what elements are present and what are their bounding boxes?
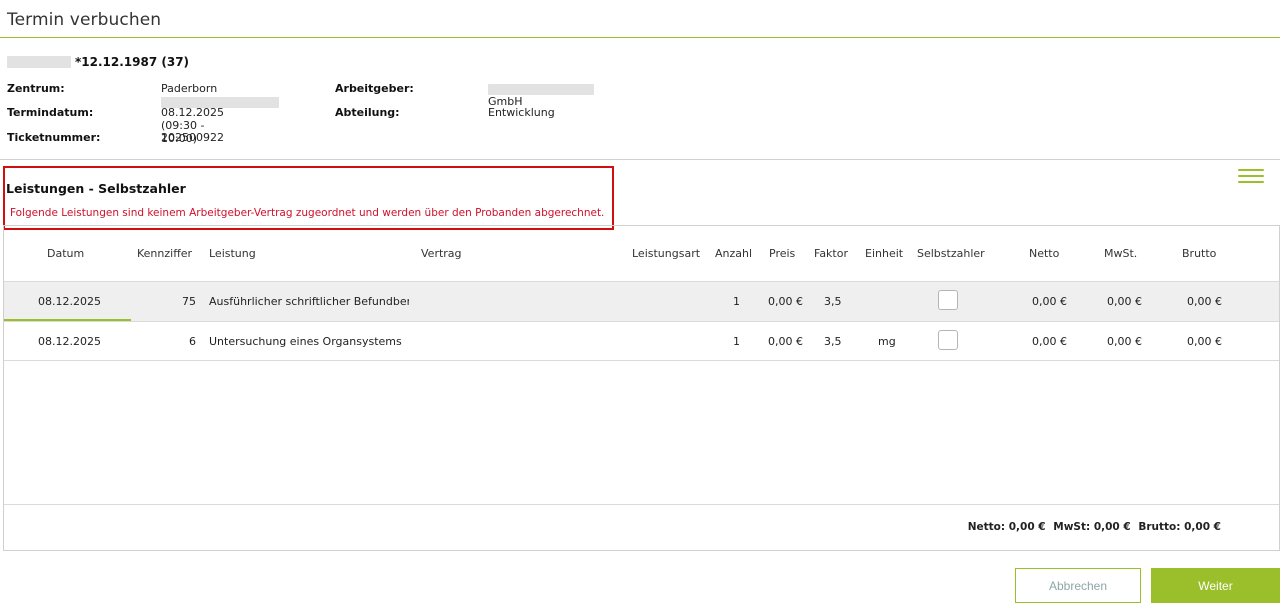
col-header-price[interactable]: Preis: [769, 247, 795, 260]
col-header-contract[interactable]: Vertrag: [421, 247, 462, 260]
col-header-date[interactable]: Datum: [47, 247, 84, 260]
table-totals: Netto: 0,00 € MwSt: 0,00 € Brutto: 0,00 …: [964, 521, 1221, 533]
label-center: Zentrum:: [7, 82, 65, 95]
cell-quantity: 1: [733, 295, 740, 308]
row-divider: [4, 360, 1279, 361]
totals-divider: [4, 504, 1279, 505]
self-payer-checkbox[interactable]: [938, 330, 958, 350]
table-row[interactable]: 08.12.2025 75 Ausführlicher schriftliche…: [4, 282, 1279, 321]
cell-vat: 0,00 €: [1107, 295, 1142, 308]
redacted-employer-name: [488, 83, 594, 95]
col-header-gross[interactable]: Brutto: [1182, 247, 1216, 260]
next-button[interactable]: Weiter: [1151, 568, 1280, 603]
cell-price: 0,00 €: [768, 295, 803, 308]
label-appointment-date: Termindatum:: [7, 106, 94, 119]
patient-line: *12.12.1987 (37): [7, 54, 189, 70]
col-header-service-type[interactable]: Leistungsart: [632, 247, 700, 260]
services-table: [3, 225, 1280, 551]
cell-factor: 3,5: [824, 335, 842, 348]
title-divider: [0, 37, 1280, 38]
cancel-button[interactable]: Abbrechen: [1015, 568, 1141, 603]
total-net: Netto: 0,00 €: [967, 521, 1046, 533]
total-gross: Brutto: 0,00 €: [1138, 521, 1221, 533]
col-header-vat[interactable]: MwSt.: [1104, 247, 1137, 260]
value-center: Paderborn: [161, 82, 279, 108]
section-heading: Leistungen - Selbstzahler: [6, 181, 186, 196]
value-ticket: 202500922: [161, 131, 224, 144]
cell-date: 08.12.2025: [38, 295, 101, 308]
value-employer: GmbH: [488, 82, 594, 108]
label-ticket: Ticketnummer:: [7, 131, 101, 144]
section-divider: [0, 159, 1280, 160]
cell-service: Untersuchung eines Organsystems: [209, 335, 402, 348]
self-payer-checkbox[interactable]: [938, 290, 958, 310]
cell-gross: 0,00 €: [1187, 335, 1222, 348]
cell-unit: mg: [878, 335, 896, 348]
cell-vat: 0,00 €: [1107, 335, 1142, 348]
col-header-quantity[interactable]: Anzahl: [715, 247, 752, 260]
col-header-factor[interactable]: Faktor: [814, 247, 848, 260]
cell-gross: 0,00 €: [1187, 295, 1222, 308]
cell-service: Ausführlicher schriftlicher Befundberic: [209, 295, 409, 308]
cell-code: 75: [182, 295, 196, 308]
cell-code: 6: [189, 335, 196, 348]
page-title: Termin verbuchen: [7, 10, 162, 30]
patient-birthdate: *12.12.1987 (37): [75, 55, 190, 69]
cell-date: 08.12.2025: [38, 335, 101, 348]
col-header-self-payer[interactable]: Selbstzahler: [917, 247, 985, 260]
value-department: Entwicklung: [488, 106, 555, 119]
col-header-net[interactable]: Netto: [1029, 247, 1059, 260]
cell-price: 0,00 €: [768, 335, 803, 348]
total-vat: MwSt: 0,00 €: [1053, 521, 1131, 533]
cell-quantity: 1: [733, 335, 740, 348]
col-header-code[interactable]: Kennziffer: [137, 247, 192, 260]
col-header-service[interactable]: Leistung: [209, 247, 256, 260]
cell-factor: 3,5: [824, 295, 842, 308]
hamburger-menu-icon[interactable]: [1238, 169, 1264, 185]
label-employer: Arbeitgeber:: [335, 82, 414, 95]
section-note: Folgende Leistungen sind keinem Arbeitge…: [10, 207, 605, 219]
label-department: Abteilung:: [335, 106, 400, 119]
highlight-box: [3, 166, 614, 230]
redacted-patient-name: [7, 56, 71, 68]
cell-net: 0,00 €: [1032, 335, 1067, 348]
table-row[interactable]: 08.12.2025 6 Untersuchung eines Organsys…: [4, 322, 1279, 361]
cell-net: 0,00 €: [1032, 295, 1067, 308]
col-header-unit[interactable]: Einheit: [865, 247, 903, 260]
